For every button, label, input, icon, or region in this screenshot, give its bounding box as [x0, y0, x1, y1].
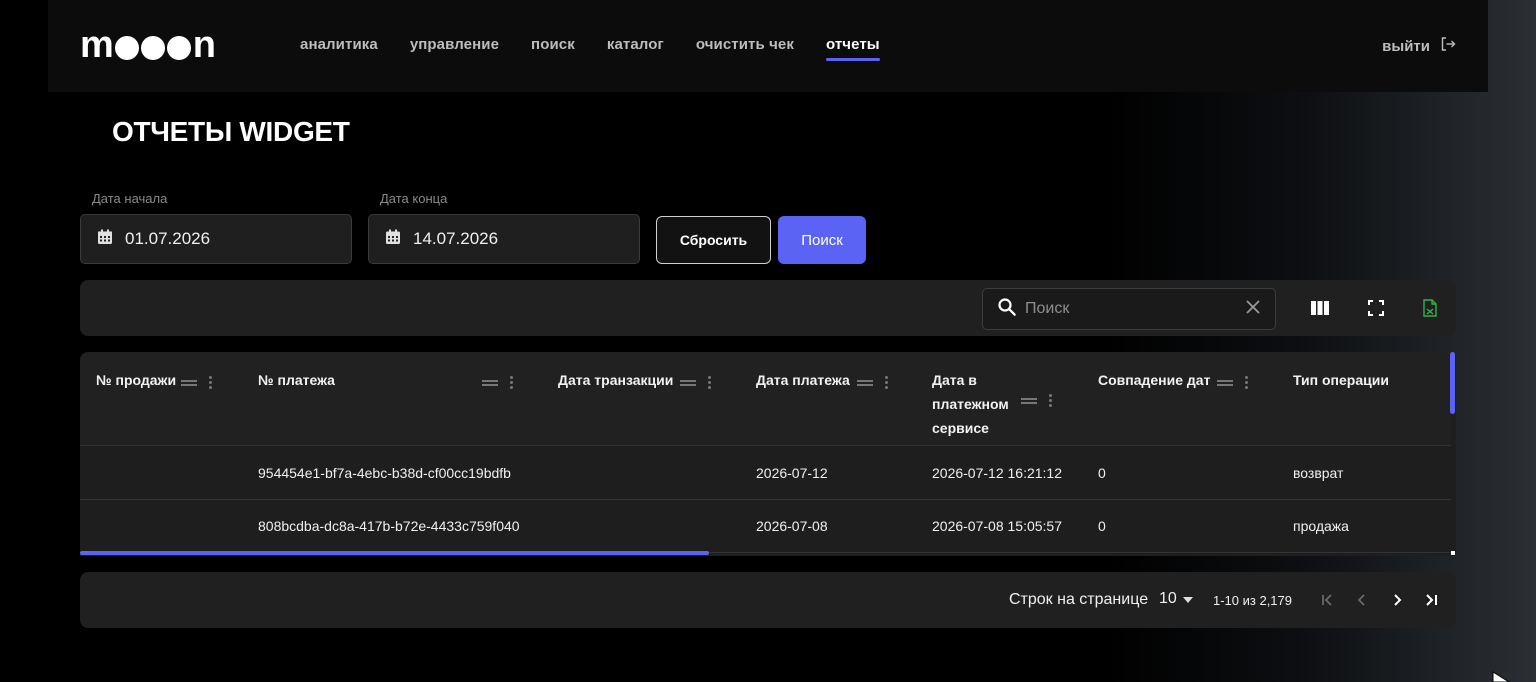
drag-handle-icon[interactable]	[482, 379, 498, 386]
vertical-scrollbar[interactable]	[1450, 352, 1455, 414]
first-page-icon[interactable]	[1318, 590, 1338, 610]
column-controls	[1217, 376, 1248, 389]
drag-handle-icon[interactable]	[680, 379, 696, 386]
nav-item-search[interactable]: поиск	[531, 36, 575, 59]
table-toolbar	[80, 280, 1456, 336]
main-nav: аналитика управление поиск каталог очист…	[300, 36, 880, 61]
cell-payment-no: 808bcdba-dc8a-417b-b72e-4433c759f040	[258, 518, 520, 534]
calendar-icon	[97, 229, 113, 250]
pagination-bar: Строк на странице 10 1-10 из 2,179	[80, 572, 1456, 628]
column-header-operation-type[interactable]: Тип операции	[1293, 368, 1389, 392]
column-controls	[857, 376, 888, 389]
cell-service-date: 2026-07-08 15:05:57	[932, 518, 1062, 534]
export-file-icon[interactable]	[1420, 298, 1440, 318]
column-header-transaction-date[interactable]: Дата транзакции	[558, 368, 673, 392]
logout-button[interactable]: выйти	[1382, 36, 1456, 56]
logo-text-m: m	[80, 24, 114, 66]
search-button[interactable]: Поиск	[778, 216, 866, 264]
reset-button[interactable]: Сбросить	[656, 216, 771, 264]
mouse-cursor-icon	[1492, 670, 1512, 682]
drag-handle-icon[interactable]	[1217, 379, 1233, 386]
caret-down-icon	[1182, 590, 1193, 608]
drag-handle-icon[interactable]	[857, 379, 873, 386]
column-header-dates-match[interactable]: Совпадение дат	[1098, 368, 1210, 392]
nav-item-catalog[interactable]: каталог	[607, 36, 664, 59]
column-controls	[181, 376, 212, 389]
start-date-value: 01.07.2026	[125, 229, 211, 248]
logo-dot	[114, 36, 139, 60]
nav-item-analytics[interactable]: аналитика	[300, 36, 378, 59]
logout-label: выйти	[1382, 37, 1430, 55]
chevron-left-icon[interactable]	[1352, 590, 1372, 610]
logout-icon	[1440, 36, 1456, 56]
column-menu-icon[interactable]	[510, 376, 513, 389]
end-date-label: Дата конца	[380, 191, 448, 206]
column-header-payment-no[interactable]: № платежа	[258, 368, 335, 392]
column-menu-icon[interactable]	[1049, 394, 1052, 407]
logo-dot	[166, 36, 191, 60]
end-date-value: 14.07.2026	[413, 229, 499, 248]
column-header-sale-no[interactable]: № продажи	[96, 368, 176, 392]
column-controls	[482, 376, 513, 389]
fullscreen-icon[interactable]	[1366, 298, 1386, 318]
column-menu-icon[interactable]	[209, 376, 212, 389]
column-menu-icon[interactable]	[885, 376, 888, 389]
page-title: ОТЧЕТЫ WIDGET	[112, 116, 350, 147]
nav-item-clear-receipt[interactable]: очистить чек	[696, 36, 794, 59]
last-page-icon[interactable]	[1421, 590, 1441, 610]
columns-icon[interactable]	[1310, 298, 1330, 318]
nav-item-management[interactable]: управление	[410, 36, 499, 59]
end-date-field[interactable]: 14.07.2026	[368, 214, 640, 264]
cell-operation-type: продажа	[1293, 518, 1349, 534]
cell-payment-no: 954454e1-bf7a-4ebc-b38d-cf00cc19bdfb	[258, 465, 511, 481]
reports-table: № продажи № платежа Дата транзакции Дата…	[80, 352, 1456, 556]
calendar-icon	[385, 229, 401, 250]
cell-payment-date: 2026-07-08	[756, 518, 828, 534]
chevron-right-icon[interactable]	[1387, 590, 1407, 610]
scrollbar-corner	[1451, 551, 1455, 555]
logo-text-n: n	[192, 24, 216, 66]
drag-handle-icon[interactable]	[181, 379, 197, 386]
table-header: № продажи № платежа Дата транзакции Дата…	[80, 352, 1451, 446]
table-search-field[interactable]	[982, 288, 1276, 330]
search-icon	[997, 297, 1017, 322]
cell-service-date: 2026-07-12 16:21:12	[932, 465, 1062, 481]
horizontal-scrollbar[interactable]	[80, 551, 709, 555]
table-search-input[interactable]	[1025, 300, 1237, 318]
column-controls	[680, 376, 711, 389]
table-row[interactable]: 954454e1-bf7a-4ebc-b38d-cf00cc19bdfb 202…	[80, 447, 1451, 500]
column-header-payment-date[interactable]: Дата платежа	[756, 368, 850, 392]
column-header-line: сервисе	[932, 420, 989, 436]
column-header-line: Дата в	[932, 372, 977, 388]
logo-dot	[140, 36, 165, 60]
column-header-line: платежном	[932, 396, 1009, 412]
column-controls	[1021, 394, 1052, 407]
cell-dates-match: 0	[1098, 518, 1106, 534]
page-range-label: 1-10 из 2,179	[1213, 593, 1292, 608]
rows-per-page-select[interactable]: 10	[1159, 590, 1193, 608]
rows-per-page-label: Строк на странице	[1009, 591, 1149, 608]
top-navigation-bar: mn аналитика управление поиск каталог оч…	[48, 0, 1488, 92]
drag-handle-icon[interactable]	[1021, 397, 1037, 404]
rows-per-page-value: 10	[1159, 590, 1177, 607]
close-icon[interactable]	[1245, 299, 1261, 320]
start-date-field[interactable]: 01.07.2026	[80, 214, 352, 264]
column-header-service-date[interactable]: Дата в платежном сервисе	[932, 368, 1022, 440]
mooon-logo[interactable]: mn	[80, 24, 216, 66]
cell-dates-match: 0	[1098, 465, 1106, 481]
nav-item-reports[interactable]: отчеты	[825, 36, 880, 61]
table-row[interactable]: 808bcdba-dc8a-417b-b72e-4433c759f040 202…	[80, 500, 1451, 553]
column-menu-icon[interactable]	[1245, 376, 1248, 389]
column-menu-icon[interactable]	[708, 376, 711, 389]
cell-payment-date: 2026-07-12	[756, 465, 828, 481]
start-date-label: Дата начала	[92, 191, 168, 206]
cell-operation-type: возврат	[1293, 465, 1344, 481]
